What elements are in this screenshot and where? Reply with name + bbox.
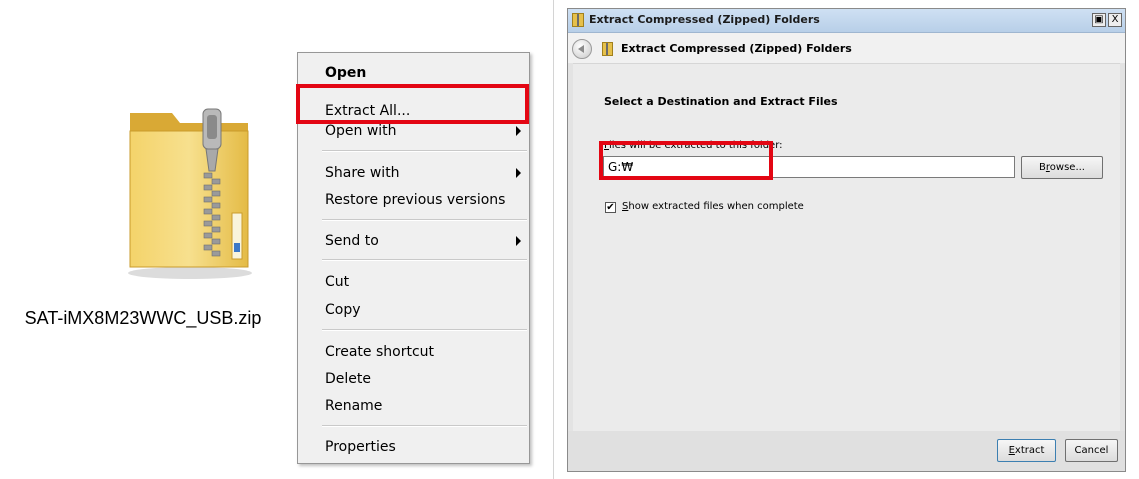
dialog-content: Select a Destination and Extract Files F… xyxy=(573,63,1120,434)
menu-item-restore-previous-versions[interactable]: Restore previous versions xyxy=(325,189,505,211)
menu-item-rename[interactable]: Rename xyxy=(325,395,382,417)
extract-dialog: Extract Compressed (Zipped) Folders ▣ X … xyxy=(567,8,1126,472)
menu-item-share-with[interactable]: Share with xyxy=(325,162,400,184)
section-heading: Select a Destination and Extract Files xyxy=(604,95,838,108)
submenu-arrow-icon xyxy=(516,236,521,246)
nav-title: Extract Compressed (Zipped) Folders xyxy=(621,42,852,55)
dialog-footer: Extract Cancel xyxy=(568,431,1125,471)
destination-highlight xyxy=(599,141,773,180)
menu-separator xyxy=(322,259,527,261)
zip-folder-icon xyxy=(572,13,584,27)
cancel-button[interactable]: Cancel xyxy=(1065,439,1118,462)
restore-button[interactable]: ▣ xyxy=(1092,13,1106,27)
menu-separator xyxy=(322,150,527,152)
submenu-arrow-icon xyxy=(516,126,521,136)
window-title: Extract Compressed (Zipped) Folders xyxy=(589,13,820,26)
show-files-checkbox[interactable]: ✔ xyxy=(605,202,616,213)
menu-item-send-to[interactable]: Send to xyxy=(325,230,379,252)
back-arrow-icon[interactable] xyxy=(572,39,592,59)
browse-button[interactable]: Browse... xyxy=(1021,156,1103,179)
menu-separator xyxy=(322,425,527,427)
dialog-titlebar[interactable]: Extract Compressed (Zipped) Folders ▣ X xyxy=(568,9,1125,33)
menu-item-cut[interactable]: Cut xyxy=(325,271,349,293)
menu-separator xyxy=(322,219,527,221)
menu-item-properties[interactable]: Properties xyxy=(325,436,396,458)
divider xyxy=(553,0,554,479)
menu-item-delete[interactable]: Delete xyxy=(325,368,371,390)
menu-item-create-shortcut[interactable]: Create shortcut xyxy=(325,341,434,363)
file-name-label[interactable]: SAT-iMX8M23WWC_USB.zip xyxy=(8,308,278,329)
close-button[interactable]: X xyxy=(1108,13,1122,27)
dialog-navbar: Extract Compressed (Zipped) Folders xyxy=(568,33,1125,63)
zip-folder-icon xyxy=(602,42,613,56)
menu-item-open[interactable]: Open xyxy=(325,62,366,84)
submenu-arrow-icon xyxy=(516,168,521,178)
extract-button[interactable]: Extract xyxy=(997,439,1056,462)
show-files-label[interactable]: Show extracted files when complete xyxy=(622,201,804,212)
menu-separator xyxy=(322,329,527,331)
zip-folder-icon[interactable] xyxy=(120,95,260,280)
menu-item-copy[interactable]: Copy xyxy=(325,299,361,321)
extract-all-highlight xyxy=(296,84,529,124)
